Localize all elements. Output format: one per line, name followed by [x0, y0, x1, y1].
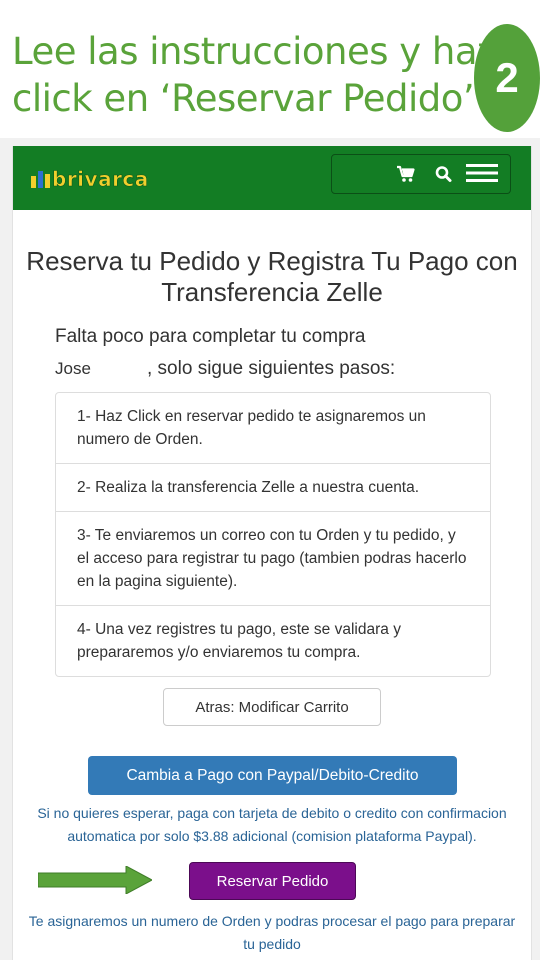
cart-icon[interactable] [396, 165, 416, 188]
brand-logo[interactable]: brivarca [31, 166, 149, 192]
page-title: Reserva tu Pedido y Registra Tu Pago con… [26, 246, 518, 307]
list-item: 1- Haz Click en reservar pedido te asign… [77, 408, 426, 448]
steps-list: 1- Haz Click en reservar pedido te asign… [55, 392, 491, 677]
arrow-right-icon [38, 866, 152, 894]
logo-text: brivarca [52, 167, 149, 192]
instruction-line-2: click en ‘Reservar Pedido’ [12, 77, 475, 120]
search-icon[interactable] [434, 165, 454, 188]
logo-mark-icon [31, 170, 50, 188]
intro-line-2-text: , solo sigue siguientes pasos: [147, 358, 396, 379]
intro-text: Falta poco para completar tu compra Jose… [55, 321, 475, 385]
intro-line-2: Jose , solo sigue siguientes pasos: [55, 353, 475, 385]
menu-icon[interactable] [466, 163, 498, 188]
intro-line-1: Falta poco para completar tu compra [55, 326, 366, 347]
instruction-text: Lee las instrucciones y haz click en ‘Re… [12, 28, 496, 122]
navbar-actions [331, 154, 511, 194]
list-item: 3- Te enviaremos un correo con tu Orden … [56, 511, 490, 605]
paypal-payment-button[interactable]: Cambia a Pago con Paypal/Debito-Credito [88, 756, 457, 795]
paypal-note: Si no quieres esperar, paga con tarjeta … [37, 805, 507, 844]
navbar: brivarca [13, 146, 531, 210]
instruction-banner: Lee las instrucciones y haz click en ‘Re… [0, 0, 540, 140]
step-number-badge: 2 [474, 24, 540, 132]
list-item: 2- Realiza la transferencia Zelle a nues… [56, 463, 490, 511]
reserve-order-button[interactable]: Reservar Pedido [189, 862, 356, 900]
mobile-page: brivarca Reserva tu Pedido y Registra Tu… [12, 146, 532, 960]
reserve-note: Te asignaremos un numero de Orden y podr… [28, 913, 516, 952]
user-name: Jose [55, 359, 91, 378]
list-item: 4- Una vez registres tu pago, este se va… [56, 605, 490, 676]
instruction-line-1: Lee las instrucciones y haz [12, 30, 496, 73]
screenshot-frame: brivarca Reserva tu Pedido y Registra Tu… [0, 138, 540, 960]
back-modify-cart-button[interactable]: Atras: Modificar Carrito [163, 688, 381, 726]
